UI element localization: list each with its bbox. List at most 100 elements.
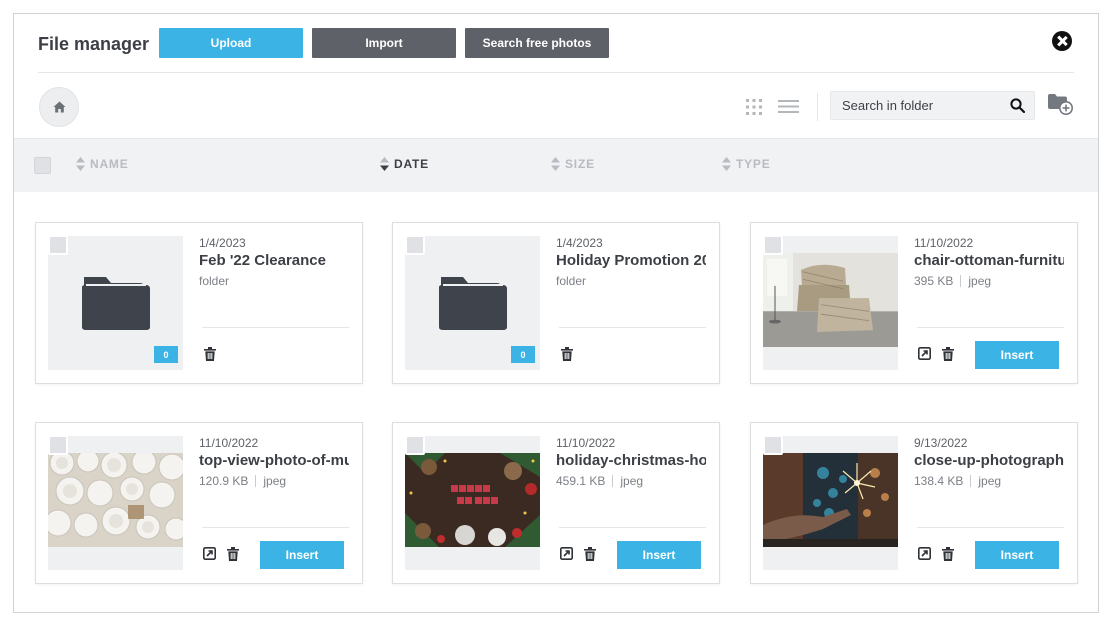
insert-button[interactable]: Insert <box>975 541 1059 569</box>
item-type: jpeg <box>263 474 287 488</box>
upload-button[interactable]: Upload <box>159 28 303 58</box>
item-date: 9/13/2022 <box>914 436 968 450</box>
sort-by-type[interactable]: TYPE <box>722 157 771 171</box>
item-date: 1/4/2023 <box>199 236 246 250</box>
sort-type-label: TYPE <box>736 157 771 171</box>
item-date: 11/10/2022 <box>199 436 259 450</box>
image-thumbnail[interactable] <box>763 436 898 570</box>
sort-arrows-icon <box>551 157 560 171</box>
card-divider <box>917 327 1064 328</box>
close-icon[interactable] <box>1052 31 1072 51</box>
sort-name-label: NAME <box>90 157 129 171</box>
sort-by-name[interactable]: NAME <box>76 157 129 171</box>
item-type: jpeg <box>620 474 644 488</box>
toolbar-divider <box>817 93 818 121</box>
item-name: Holiday Promotion 2022 <box>556 252 706 269</box>
file-manager-modal: File manager Upload Import Search free p… <box>13 13 1099 613</box>
item-type: jpeg <box>968 274 992 288</box>
item-date: 11/10/2022 <box>556 436 616 450</box>
modal-title: File manager <box>38 34 150 54</box>
trash-icon[interactable] <box>584 547 596 561</box>
item-checkbox[interactable] <box>405 235 425 255</box>
item-checkbox[interactable] <box>763 435 783 455</box>
trash-icon[interactable] <box>942 347 954 361</box>
folder-thumbnail[interactable]: 0 <box>405 236 540 370</box>
item-size: 138.4 KB <box>914 474 964 488</box>
item-checkbox[interactable] <box>763 235 783 255</box>
item-name: chair-ottoman-furniture <box>914 252 1064 269</box>
insert-button[interactable]: Insert <box>975 341 1059 369</box>
card-divider <box>917 527 1064 528</box>
image-card[interactable]: 11/10/2022 chair-ottoman-furniture 395 K… <box>750 222 1078 384</box>
home-icon <box>53 101 65 113</box>
search-input[interactable] <box>831 92 1001 119</box>
item-type: folder <box>556 274 587 288</box>
item-checkbox[interactable] <box>48 235 68 255</box>
home-button[interactable] <box>39 87 79 127</box>
select-all-checkbox[interactable] <box>34 157 51 174</box>
item-checkbox[interactable] <box>48 435 68 455</box>
insert-button[interactable]: Insert <box>617 541 701 569</box>
header-divider <box>38 72 1074 73</box>
search-box <box>830 91 1035 120</box>
image-thumbnail[interactable] <box>48 436 183 570</box>
card-divider <box>559 327 706 328</box>
sort-bar: NAME DATE SIZE TYPE <box>14 138 1098 192</box>
item-meta: 138.4 KB jpeg <box>914 474 1001 488</box>
item-name: holiday-christmas-holiday <box>556 452 706 469</box>
item-name: Feb '22 Clearance <box>199 252 326 269</box>
sort-date-label: DATE <box>394 157 429 171</box>
item-date: 11/10/2022 <box>914 236 974 250</box>
sort-by-date[interactable]: DATE <box>380 157 429 171</box>
folder-card[interactable]: 0 1/4/2023 Holiday Promotion 2022 folder <box>392 222 720 384</box>
card-divider <box>202 327 349 328</box>
import-button[interactable]: Import <box>312 28 456 58</box>
mugs-photo-image <box>48 453 183 547</box>
item-type: folder <box>199 274 230 288</box>
open-external-icon[interactable] <box>203 547 216 560</box>
open-external-icon[interactable] <box>918 547 931 560</box>
item-meta: 120.9 KB jpeg <box>199 474 286 488</box>
chair-photo-image <box>763 253 898 347</box>
trash-icon[interactable] <box>227 547 239 561</box>
image-card[interactable]: 9/13/2022 close-up-photography 138.4 KB j… <box>750 422 1078 584</box>
search-free-photos-button[interactable]: Search free photos <box>465 28 609 58</box>
search-icon[interactable] <box>1010 98 1025 113</box>
list-view-icon[interactable] <box>778 100 799 113</box>
image-thumbnail[interactable] <box>405 436 540 570</box>
item-size: 459.1 KB <box>556 474 606 488</box>
item-count-badge: 0 <box>511 346 535 363</box>
trash-icon[interactable] <box>204 347 216 361</box>
folder-thumbnail[interactable]: 0 <box>48 236 183 370</box>
sort-arrows-icon <box>722 157 731 171</box>
open-external-icon[interactable] <box>918 347 931 360</box>
trash-icon[interactable] <box>561 347 573 361</box>
open-external-icon[interactable] <box>560 547 573 560</box>
item-meta: 395 KB jpeg <box>914 274 991 288</box>
item-meta: folder <box>556 274 586 288</box>
item-name: top-view-photo-of-mugs <box>199 452 349 469</box>
image-card[interactable]: 11/10/2022 top-view-photo-of-mugs 120.9 … <box>35 422 363 584</box>
item-size: 395 KB <box>914 274 954 288</box>
sort-arrows-icon <box>380 157 389 171</box>
item-size: 120.9 KB <box>199 474 249 488</box>
item-count-badge: 0 <box>154 346 178 363</box>
item-name: close-up-photography <box>914 452 1064 469</box>
item-checkbox[interactable] <box>405 435 425 455</box>
folder-icon <box>439 277 507 330</box>
folder-card[interactable]: 0 1/4/2023 Feb '22 Clearance folder <box>35 222 363 384</box>
sort-by-size[interactable]: SIZE <box>551 157 595 171</box>
grid-view-icon[interactable] <box>746 99 762 115</box>
folder-icon <box>82 277 150 330</box>
image-thumbnail[interactable] <box>763 236 898 370</box>
image-card[interactable]: 11/10/2022 holiday-christmas-holiday 459… <box>392 422 720 584</box>
item-type: jpeg <box>978 474 1002 488</box>
trash-icon[interactable] <box>942 547 954 561</box>
sort-arrows-icon <box>76 157 85 171</box>
insert-button[interactable]: Insert <box>260 541 344 569</box>
item-meta: folder <box>199 274 229 288</box>
item-date: 1/4/2023 <box>556 236 603 250</box>
new-folder-icon[interactable] <box>1047 93 1073 115</box>
card-divider <box>202 527 349 528</box>
sort-size-label: SIZE <box>565 157 595 171</box>
